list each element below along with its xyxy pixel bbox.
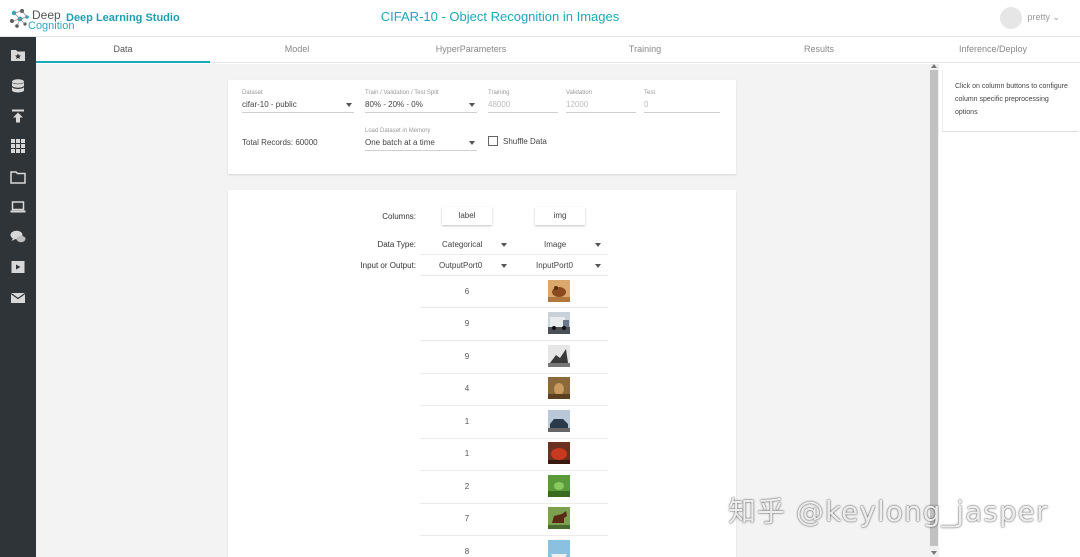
row-label-value: 1 — [464, 417, 470, 426]
total-records: Total Records: 60000 — [242, 138, 318, 147]
column-button-img[interactable]: img — [535, 207, 585, 225]
training-label: Training — [488, 90, 510, 96]
row-label-value: 2 — [464, 482, 470, 491]
chevron-down-icon — [501, 264, 507, 268]
divider — [420, 254, 608, 255]
divider — [420, 503, 608, 504]
chevron-down-icon — [595, 243, 601, 247]
scroll-down-arrow-icon[interactable] — [931, 551, 937, 555]
tab-training[interactable]: Training — [558, 37, 732, 63]
shuffle-data-checkbox[interactable] — [488, 136, 498, 146]
avatar[interactable] — [1000, 7, 1022, 29]
tab-data[interactable]: Data — [36, 37, 210, 63]
divider — [420, 340, 608, 341]
database-icon[interactable] — [10, 78, 26, 94]
training-underline — [488, 112, 558, 113]
row-label-value: 1 — [464, 449, 470, 458]
validation-label: Validation — [566, 90, 592, 96]
divider — [420, 373, 608, 374]
row-label-value: 4 — [464, 384, 470, 393]
scroll-up-arrow-icon[interactable] — [931, 64, 937, 68]
data-type-value-label: Categorical — [442, 240, 483, 249]
help-text: Click on column buttons to configure col… — [955, 83, 1068, 116]
tab-hyperparameters[interactable]: HyperParameters — [384, 37, 558, 63]
load-dataset-value: One batch at a time — [365, 138, 435, 147]
divider — [420, 438, 608, 439]
deer-thumbnail — [548, 377, 570, 399]
columns-label: Columns: — [382, 212, 416, 221]
truck-thumbnail — [548, 312, 570, 334]
input-output-label: Input or Output: — [360, 261, 416, 270]
truck-thumbnail — [548, 345, 570, 367]
data-type-value-img: Image — [544, 240, 567, 249]
row-label-value: 8 — [464, 547, 470, 556]
load-dataset-underline — [365, 150, 477, 151]
row-label-value: 9 — [464, 352, 470, 361]
validation-count: 12000 — [566, 100, 589, 109]
divider — [420, 535, 608, 536]
sidebar — [0, 37, 36, 557]
tab-inference-deploy[interactable]: Inference/Deploy — [906, 37, 1080, 63]
io-value-img: InputPort0 — [536, 261, 573, 270]
divider — [420, 307, 608, 308]
mail-icon[interactable] — [10, 290, 26, 306]
chevron-down-icon — [469, 141, 475, 145]
test-underline — [644, 112, 720, 113]
main-content: Dataset cifar-10 - public Train / Valida… — [36, 64, 930, 557]
scrollbar-thumb[interactable] — [930, 70, 938, 546]
test-label: Test — [644, 90, 656, 96]
chevron-down-icon — [469, 103, 475, 107]
split-value: 80% - 20% - 0% — [365, 100, 423, 109]
split-label: Train / Validation / Test Split — [365, 90, 439, 96]
data-type-label: Data Type: — [377, 240, 416, 249]
row-label-value: 7 — [464, 514, 470, 523]
watermark: 知乎 @keylong_jasper — [728, 495, 1049, 528]
automobile-thumbnail — [548, 410, 570, 432]
columns-card: Columns: label img Data Type: Categorica… — [228, 190, 736, 557]
tab-results[interactable]: Results — [732, 37, 906, 63]
dataset-underline — [242, 112, 354, 113]
row-label-value: 6 — [464, 287, 470, 296]
help-box: Click on column buttons to configure col… — [942, 70, 1078, 132]
app-window: Deep Cognition Deep Learning Studio CIFA… — [0, 0, 1080, 557]
bird-thumbnail — [548, 475, 570, 497]
shuffle-data-label: Shuffle Data — [503, 137, 547, 146]
divider — [420, 275, 608, 276]
page-title: CIFAR-10 - Object Recognition in Images — [380, 9, 620, 24]
column-button-label[interactable]: label — [442, 207, 492, 225]
training-count: 48000 — [488, 100, 511, 109]
help-panel: Click on column buttons to configure col… — [940, 64, 1080, 557]
username-dropdown[interactable]: pretty ⌄ — [1027, 12, 1060, 23]
split-underline — [365, 112, 477, 113]
chevron-down-icon — [346, 103, 352, 107]
row-label-value: 9 — [464, 319, 470, 328]
divider — [420, 405, 608, 406]
load-dataset-label: Load Dataset in Memory — [365, 128, 431, 134]
top-header: Deep Cognition Deep Learning Studio CIFA… — [0, 0, 1080, 37]
laptop-icon[interactable] — [10, 199, 26, 215]
automobile-thumbnail — [548, 442, 570, 464]
folder-star-icon[interactable] — [10, 47, 26, 63]
dataset-settings-card: Dataset cifar-10 - public Train / Valida… — [228, 80, 736, 174]
dataset-label: Dataset — [242, 90, 263, 96]
chevron-down-icon — [501, 243, 507, 247]
vertical-scrollbar[interactable] — [929, 64, 939, 557]
tab-bar: Data Model HyperParameters Training Resu… — [36, 37, 1080, 63]
tab-model[interactable]: Model — [210, 37, 384, 63]
validation-underline — [566, 112, 636, 113]
test-count: 0 — [644, 100, 649, 109]
chevron-down-icon — [595, 264, 601, 268]
folder-icon[interactable] — [10, 169, 26, 185]
horse-thumbnail — [548, 507, 570, 529]
video-icon[interactable] — [10, 259, 26, 275]
divider — [420, 470, 608, 471]
grid-icon[interactable] — [10, 138, 26, 154]
chat-icon[interactable] — [10, 229, 26, 245]
upload-icon[interactable] — [10, 108, 26, 124]
ship-thumbnail — [548, 540, 570, 557]
dataset-value: cifar-10 - public — [242, 100, 297, 109]
frog-thumbnail — [548, 280, 570, 302]
io-value-label: OutputPort0 — [439, 261, 483, 270]
